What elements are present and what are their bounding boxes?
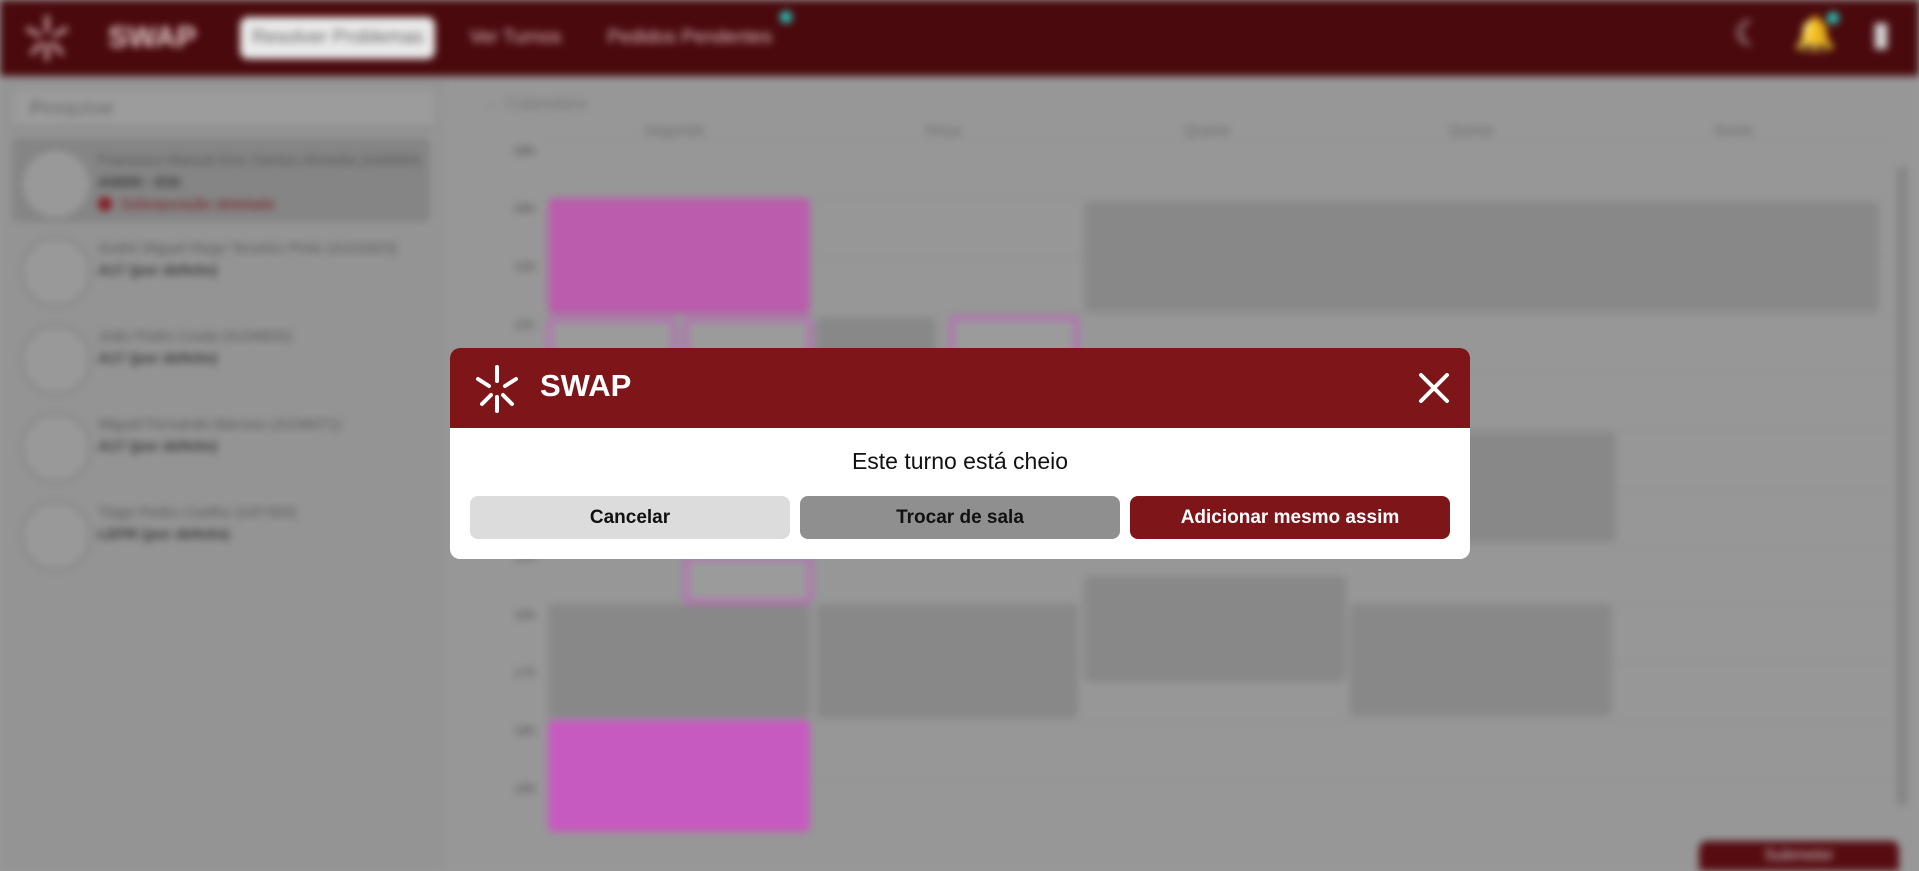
dialog-actions: Cancelar Trocar de sala Adicionar mesmo … — [470, 496, 1450, 539]
close-icon[interactable] — [1416, 370, 1452, 406]
swap-logo-icon — [476, 365, 518, 413]
swap-room-button[interactable]: Trocar de sala — [800, 496, 1120, 539]
dialog-title: SWAP — [540, 368, 632, 403]
confirm-dialog: SWAP Este turno está cheio Cancelar Troc… — [450, 348, 1470, 559]
dialog-header: SWAP — [450, 348, 1470, 428]
dialog-message: Este turno está cheio — [851, 448, 1069, 474]
cancel-button[interactable]: Cancelar — [470, 496, 790, 539]
add-anyway-button[interactable]: Adicionar mesmo assim — [1130, 496, 1450, 539]
